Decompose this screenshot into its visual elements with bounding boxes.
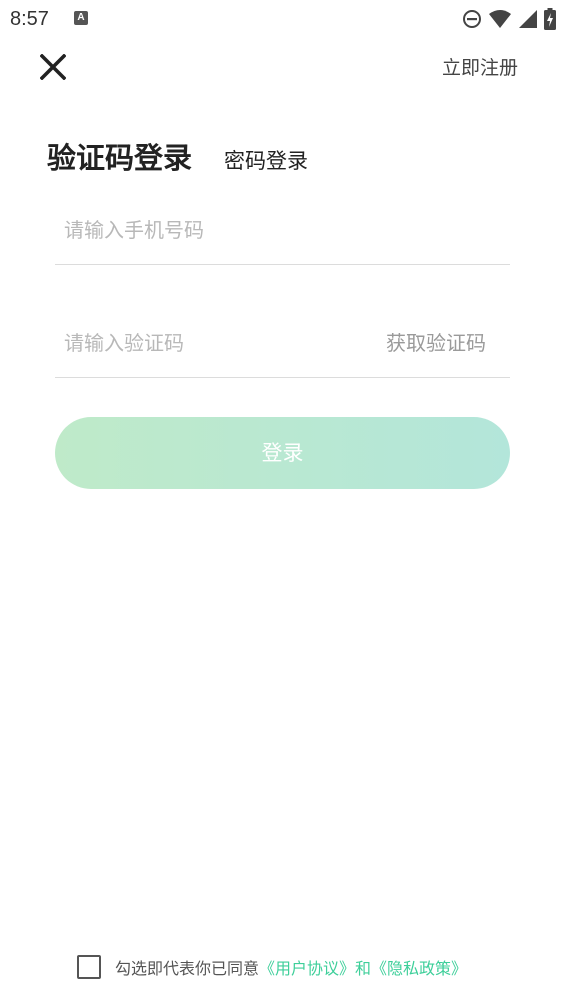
agreement-row: 勾选即代表你已同意 《用户协议》 和 《隐私政策》 <box>77 953 467 981</box>
close-icon <box>39 53 67 84</box>
close-button[interactable] <box>32 48 74 90</box>
phone-field <box>55 204 510 265</box>
battery-charging-icon <box>544 8 556 30</box>
status-time: 8:57 <box>10 8 49 30</box>
get-code-button[interactable]: 获取验证码 <box>386 325 486 361</box>
agreement-checkbox[interactable] <box>77 955 101 979</box>
login-tabs: 验证码登录 密码登录 <box>47 138 308 178</box>
code-input[interactable] <box>64 325 354 361</box>
login-button[interactable]: 登录 <box>55 417 510 489</box>
code-field: 获取验证码 <box>55 317 510 378</box>
status-bar: 8:57 A <box>0 0 565 38</box>
app-notification-icon: A <box>74 11 88 25</box>
agreement-and: 和 <box>355 959 372 978</box>
privacy-policy-link[interactable]: 《隐私政策》 <box>371 955 467 979</box>
tab-password-login[interactable]: 密码登录 <box>224 141 308 181</box>
status-icons <box>462 8 556 30</box>
cell-signal-icon <box>518 9 538 29</box>
phone-input[interactable] <box>64 212 494 248</box>
wifi-icon <box>488 9 512 29</box>
tab-sms-login[interactable]: 验证码登录 <box>47 138 192 178</box>
user-agreement-link[interactable]: 《用户协议》 <box>259 955 355 979</box>
agreement-text: 勾选即代表你已同意 <box>115 959 260 978</box>
do-not-disturb-icon <box>462 9 482 29</box>
register-link[interactable]: 立即注册 <box>442 56 518 80</box>
